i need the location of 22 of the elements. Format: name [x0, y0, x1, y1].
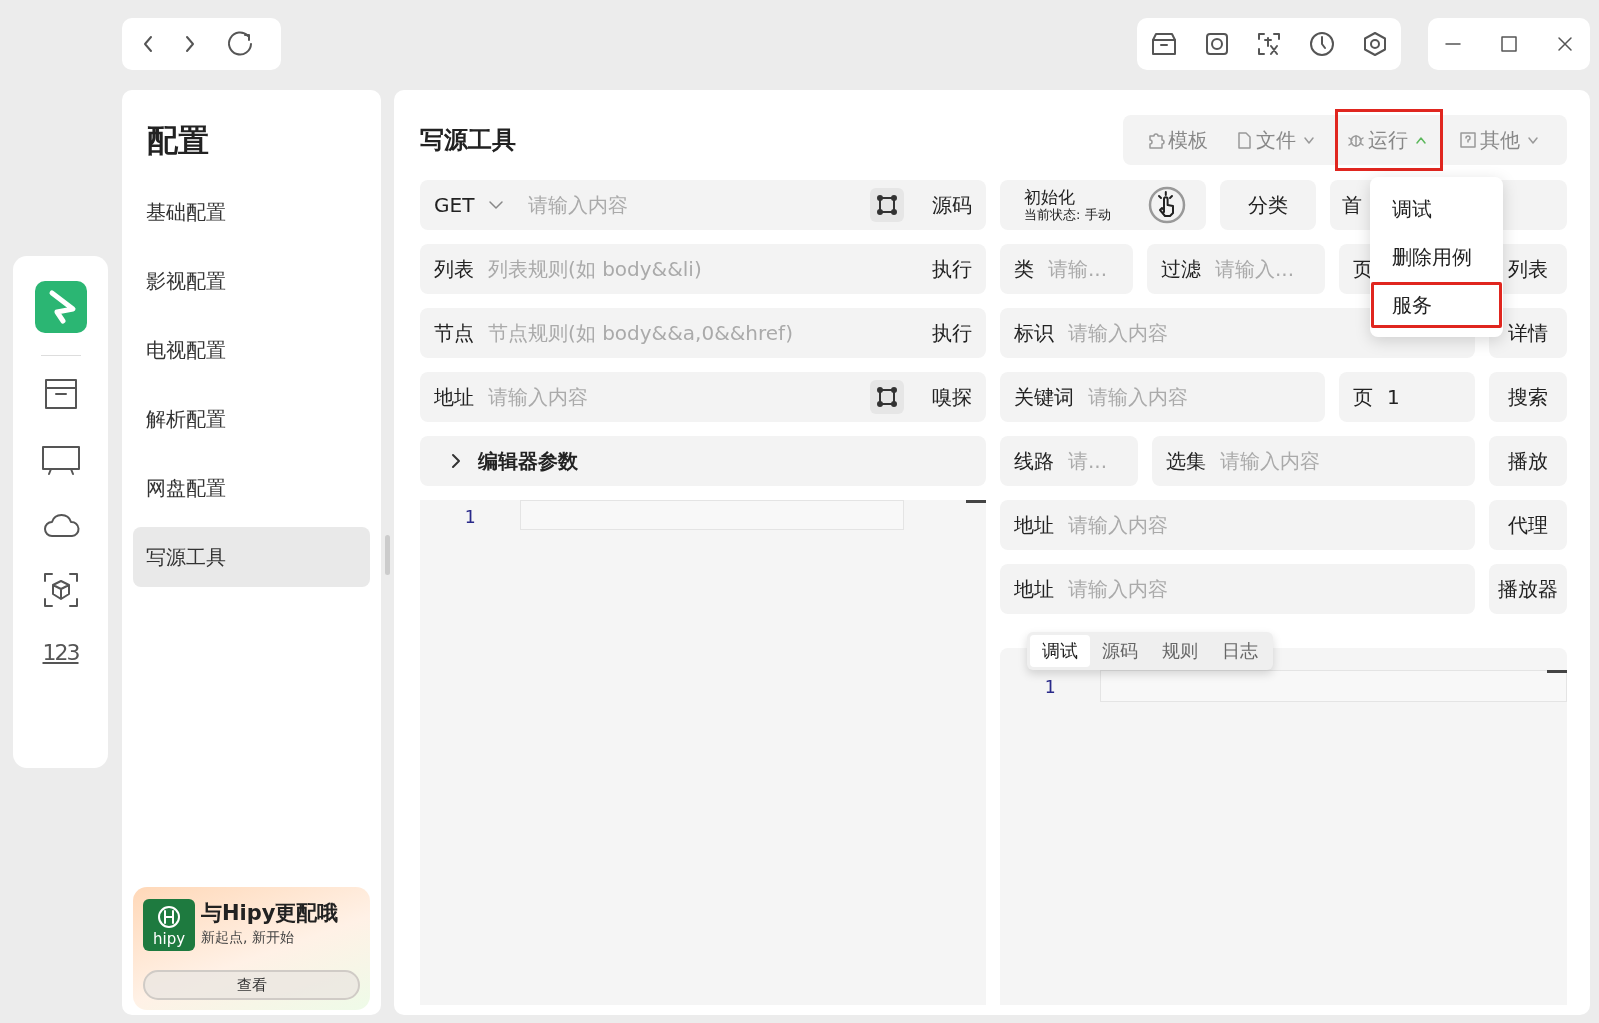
field-label: 选集 — [1166, 447, 1206, 475]
line-number: 1 — [1043, 676, 1057, 697]
field-label: 列表 — [434, 255, 474, 283]
field-label: 地址 — [1014, 575, 1054, 603]
line-number: 1 — [463, 506, 477, 527]
field-label: 地址 — [434, 383, 474, 411]
page-title: 写源工具 — [420, 125, 516, 156]
init-title: 初始化 — [1024, 187, 1076, 207]
logo-text: hipy — [152, 930, 186, 948]
field-label: 标识 — [1014, 319, 1054, 347]
init-status: 当前状态: 手动 — [1024, 207, 1111, 223]
field-label: 页 — [1353, 383, 1373, 411]
promo-subtitle: 新起点, 新开始 — [201, 928, 295, 947]
field-label: 关键词 — [1014, 383, 1074, 411]
field-label: 线路 — [1014, 447, 1054, 475]
promo-title: 与Hipy更配哦 — [201, 900, 339, 927]
field-label: 节点 — [434, 319, 474, 347]
field-label: 地址 — [1014, 511, 1054, 539]
field-label: 过滤 — [1161, 255, 1201, 283]
section-title: 配置 — [147, 121, 210, 160]
field-label: 页 — [1353, 255, 1373, 283]
field-label: 类 — [1014, 255, 1034, 283]
